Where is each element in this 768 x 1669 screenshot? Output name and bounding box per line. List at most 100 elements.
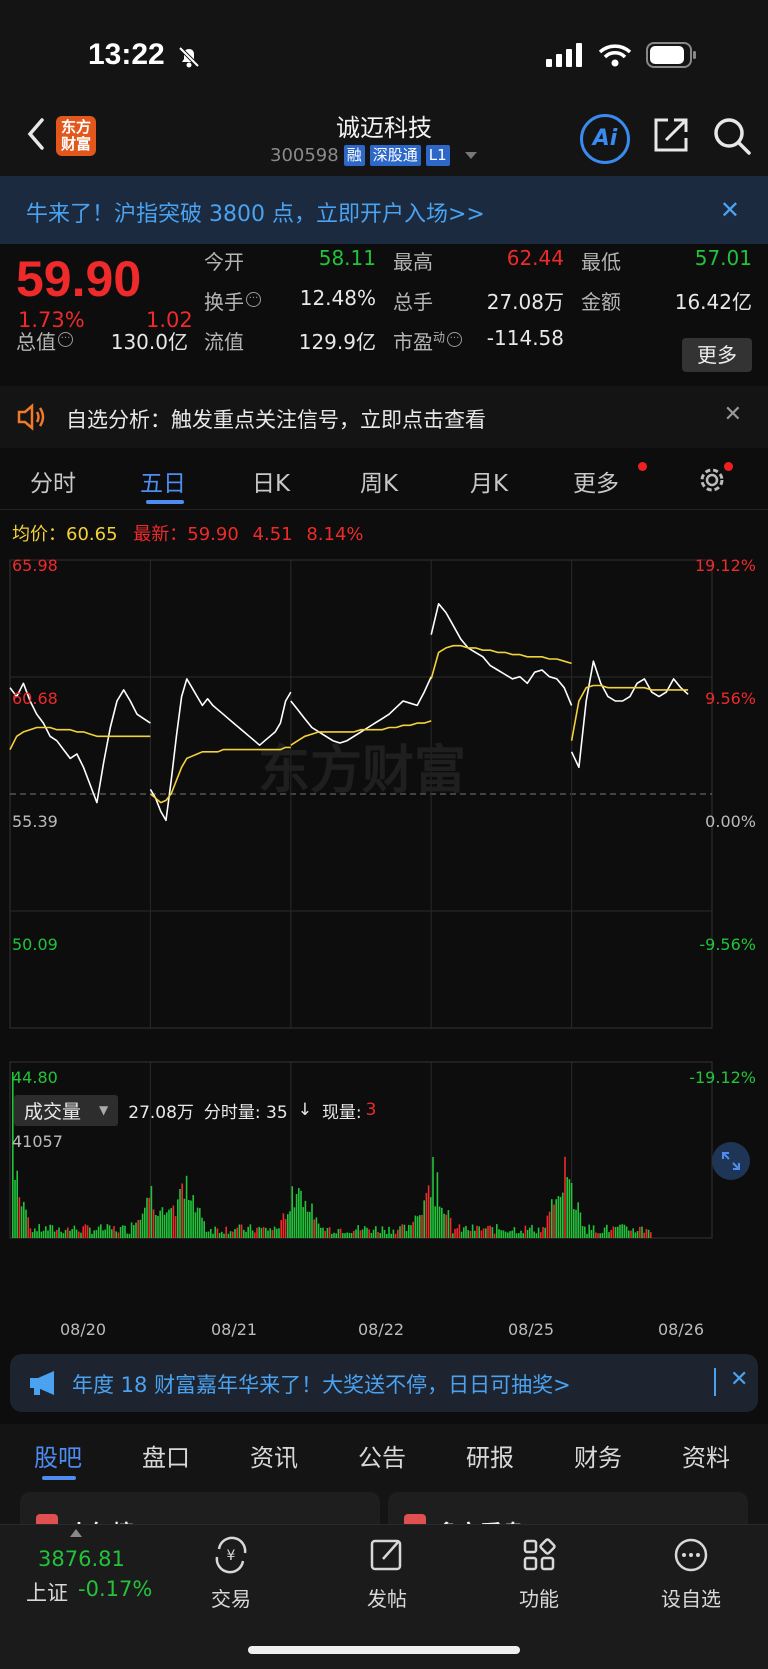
- volume-bar: [181, 1183, 183, 1238]
- volume-bar: [53, 1231, 56, 1238]
- tab-daily-k[interactable]: 日K: [252, 464, 290, 498]
- volume-bar: [113, 1226, 115, 1238]
- index-value[interactable]: 3876.81: [38, 1547, 125, 1571]
- volume-bar: [383, 1230, 386, 1238]
- y-pct-label: 19.12%: [694, 556, 756, 575]
- volume-bar: [115, 1231, 117, 1238]
- volume-bar: [278, 1228, 280, 1238]
- close-icon[interactable]: ✕: [720, 196, 740, 224]
- volume-bar: [432, 1157, 434, 1238]
- volume-bar: [568, 1179, 571, 1238]
- volume-indicator-select[interactable]: 成交量 ▼: [14, 1094, 119, 1126]
- tab-guba[interactable]: 股吧: [34, 1438, 82, 1473]
- high-value: 62.44: [506, 246, 564, 270]
- card-long-short[interactable]: 多空看盘: [388, 1492, 748, 1524]
- tab-research[interactable]: 研报: [466, 1438, 514, 1473]
- expand-icon[interactable]: [712, 1142, 750, 1180]
- stock-code-row[interactable]: 300598 融 深股通 L1: [270, 145, 477, 166]
- volume-bar: [524, 1225, 527, 1238]
- features-button[interactable]: 功能: [494, 1535, 584, 1612]
- tab-finance[interactable]: 财务: [574, 1438, 622, 1473]
- info-icon[interactable]: ···: [58, 332, 73, 347]
- wifi-icon: [598, 44, 632, 67]
- close-icon[interactable]: ✕: [724, 402, 742, 427]
- volume-bar: [196, 1207, 199, 1238]
- volume-bar: [394, 1233, 397, 1238]
- info-icon[interactable]: ···: [246, 292, 261, 307]
- volume-bar: [421, 1214, 423, 1238]
- volume-bar: [280, 1220, 282, 1238]
- volume-bar: [306, 1211, 309, 1238]
- volume-bar: [128, 1233, 131, 1238]
- tab-news[interactable]: 资讯: [250, 1438, 298, 1473]
- float-label: 流值: [204, 330, 244, 354]
- volume-bar: [344, 1233, 346, 1238]
- volume-bar: [190, 1200, 192, 1238]
- tab-intraday[interactable]: 分时: [30, 464, 76, 498]
- add-watchlist-button[interactable]: 设自选: [646, 1535, 736, 1612]
- tab-five-day[interactable]: 五日: [140, 464, 186, 498]
- close-icon[interactable]: ✕: [730, 1367, 748, 1392]
- share-icon[interactable]: [652, 116, 690, 154]
- analysis-alert[interactable]: 自选分析：触发重点关注信号，立即点击查看 ✕: [0, 386, 768, 448]
- tab-weekly-k[interactable]: 周K: [360, 464, 398, 498]
- volume-bar: [298, 1188, 300, 1238]
- tab-announcements[interactable]: 公告: [358, 1438, 406, 1473]
- volume-bar: [414, 1215, 417, 1238]
- volume-bar: [639, 1226, 641, 1238]
- volume-bar: [430, 1197, 432, 1238]
- tab-more[interactable]: 更多: [573, 464, 619, 498]
- tab-orderbook[interactable]: 盘口: [142, 1438, 190, 1473]
- volume-bar: [509, 1231, 511, 1238]
- volume-bar: [548, 1211, 551, 1238]
- volume-bar: [368, 1229, 370, 1238]
- post-button[interactable]: 发帖: [342, 1535, 432, 1612]
- volume-bar: [337, 1229, 340, 1238]
- volume-bar: [460, 1231, 463, 1238]
- banner-text[interactable]: 牛来了！沪指突破 3800 点，立即开户入场>>: [26, 196, 485, 228]
- promo-banner[interactable]: 年度 18 财富嘉年华来了！大奖送不停，日日可抽奖> ✕: [10, 1354, 758, 1412]
- tab-monthly-k[interactable]: 月K: [470, 464, 508, 498]
- tab-profile[interactable]: 资料: [682, 1438, 730, 1473]
- search-icon[interactable]: [712, 116, 752, 156]
- volume-bar: [124, 1225, 126, 1238]
- volume-bar: [161, 1207, 164, 1238]
- volume-bar: [397, 1229, 399, 1238]
- index-percent[interactable]: -0.17%: [78, 1577, 152, 1601]
- volume-bar: [86, 1225, 89, 1238]
- volume-bar: [650, 1232, 652, 1238]
- volume-bar: [42, 1230, 45, 1238]
- settings-gear-icon[interactable]: [696, 464, 728, 496]
- volume-bar: [93, 1230, 95, 1238]
- pe-value: -114.58: [486, 326, 564, 350]
- volume-bar: [348, 1232, 351, 1238]
- volume-bar: [372, 1229, 375, 1238]
- now-volume-label: 现量:: [321, 1102, 362, 1123]
- account-banner[interactable]: 牛来了！沪指突破 3800 点，立即开户入场>> ✕: [0, 176, 768, 244]
- five-day-price-chart[interactable]: 东方财富: [0, 548, 768, 1328]
- more-button[interactable]: 更多: [682, 338, 752, 372]
- volume-bar: [229, 1231, 232, 1238]
- trade-button[interactable]: ¥ 交易: [186, 1535, 276, 1612]
- card-popularity[interactable]: 人气榜: [20, 1492, 380, 1524]
- index-name[interactable]: 上证: [26, 1577, 68, 1607]
- vs-icon: [404, 1514, 426, 1524]
- volume-bar: [601, 1232, 604, 1238]
- turnover-label: 换手 ···: [204, 286, 261, 315]
- volume-bar: [511, 1230, 513, 1238]
- volume-bar: [471, 1224, 474, 1238]
- volume-bar: [62, 1233, 65, 1238]
- ai-button[interactable]: Ai: [580, 114, 630, 164]
- alert-text[interactable]: 自选分析：触发重点关注信号，立即点击查看: [66, 404, 486, 434]
- home-indicator[interactable]: [248, 1646, 520, 1654]
- volume-bar: [122, 1225, 124, 1238]
- chevron-up-icon[interactable]: [70, 1529, 82, 1537]
- volume-bar: [172, 1205, 175, 1238]
- high-label: 最高: [393, 250, 433, 274]
- volume-max: 41057: [12, 1132, 63, 1151]
- promo-text[interactable]: 年度 18 财富嘉年华来了！大奖送不停，日日可抽奖>: [72, 1369, 571, 1399]
- volume-bar: [27, 1217, 29, 1238]
- volume-bar: [320, 1227, 322, 1238]
- volume-bar: [630, 1230, 632, 1238]
- info-icon[interactable]: ···: [447, 332, 463, 347]
